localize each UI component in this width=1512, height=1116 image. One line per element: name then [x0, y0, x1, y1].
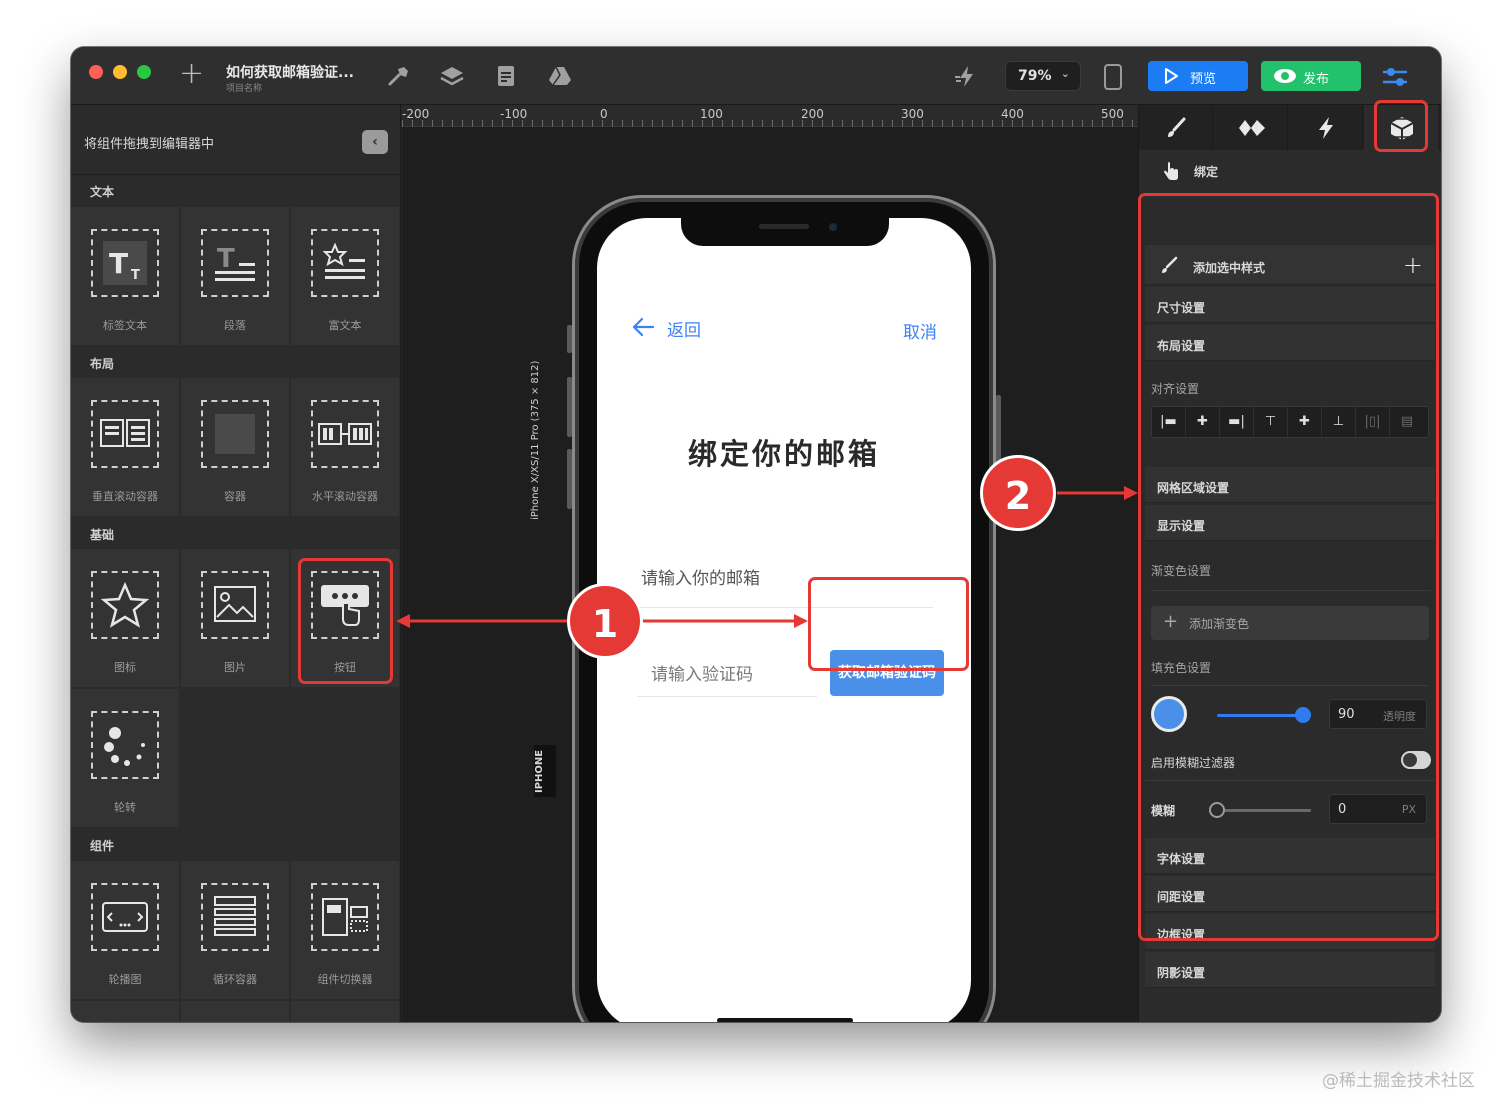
- annotation-marker-1: 1: [567, 583, 643, 659]
- watermark: @稀土掘金技术社区: [1322, 1071, 1475, 1091]
- annotation-marker-2: 2: [980, 455, 1056, 531]
- annotation-arrows: [396, 486, 1138, 628]
